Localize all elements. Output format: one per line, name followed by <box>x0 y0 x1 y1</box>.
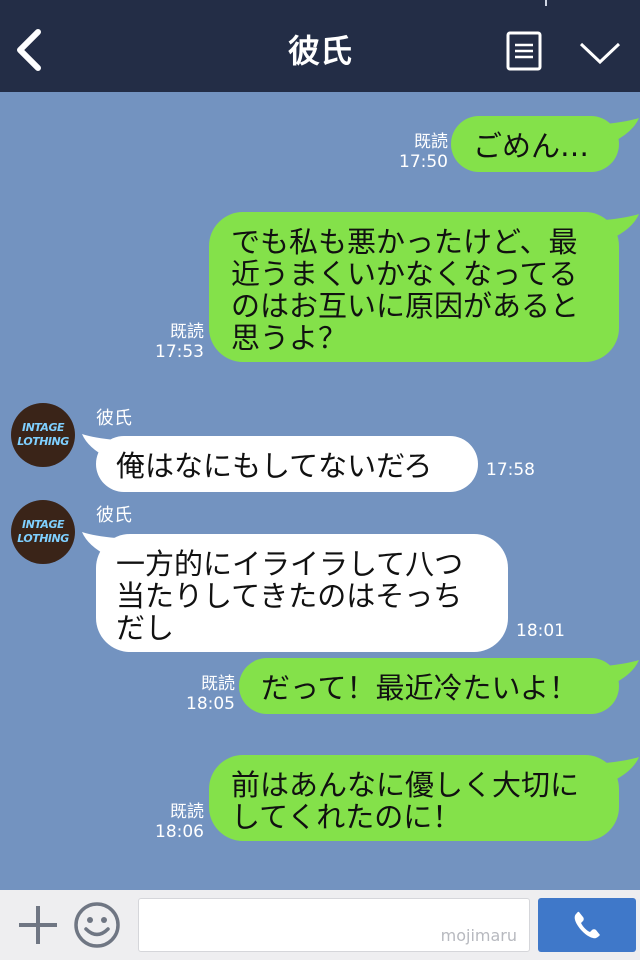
menu-button[interactable] <box>506 31 542 71</box>
read-receipt: 既読 17:53 <box>155 322 204 362</box>
avatar[interactable]: INTAGE LOTHING <box>11 403 75 467</box>
expand-button[interactable] <box>578 38 622 68</box>
chat-title: 彼氏 <box>287 32 352 70</box>
chat-area[interactable]: 既読 17:50 ごめん… 既読 17:53 でも私も悪かったけど、最 近うまくいか… <box>0 92 640 890</box>
emoji-icon <box>74 902 120 948</box>
phone-icon <box>574 911 600 939</box>
read-receipt: 既読 18:06 <box>155 802 204 842</box>
sender-name: 彼氏 <box>96 505 132 526</box>
bubble-tail <box>605 660 639 684</box>
bubble-tail <box>605 214 639 238</box>
bubble-tail <box>605 757 639 781</box>
read-receipt: 既読 18:05 <box>186 674 235 714</box>
status-indicator <box>545 0 547 6</box>
read-receipt: 既読 17:50 <box>399 132 448 172</box>
plus-icon <box>19 906 57 944</box>
message-bubble-received[interactable]: 俺はなにもしてないだろ <box>96 436 478 492</box>
bubble-tail <box>605 118 639 142</box>
call-button[interactable] <box>538 898 636 952</box>
avatar[interactable]: INTAGE LOTHING <box>11 500 75 564</box>
sender-name: 彼氏 <box>96 408 132 429</box>
chevron-down-icon <box>579 42 621 65</box>
message-bubble-received[interactable]: 一方的にイライラして八つ 当たりしてきたのはそっち だし <box>96 534 508 652</box>
chat-header: 彼氏 <box>0 0 640 92</box>
message-time: 18:01 <box>516 621 565 641</box>
add-button[interactable] <box>16 903 60 947</box>
message-time: 17:58 <box>486 460 535 480</box>
menu-icon <box>506 31 542 71</box>
watermark: mojimaru <box>440 926 517 945</box>
message-bubble-sent[interactable]: だって！最近冷たいよ！ <box>239 658 619 714</box>
message-bubble-sent[interactable]: ごめん… <box>451 116 619 172</box>
message-input[interactable]: mojimaru <box>138 898 530 952</box>
message-bubble-sent[interactable]: でも私も悪かったけど、最 近うまくいかなくなってる のはお互いに原因があると 思… <box>209 212 619 362</box>
message-bubble-sent[interactable]: 前はあんなに優しく大切に してくれたのに！ <box>209 755 619 841</box>
emoji-button[interactable] <box>72 900 122 950</box>
